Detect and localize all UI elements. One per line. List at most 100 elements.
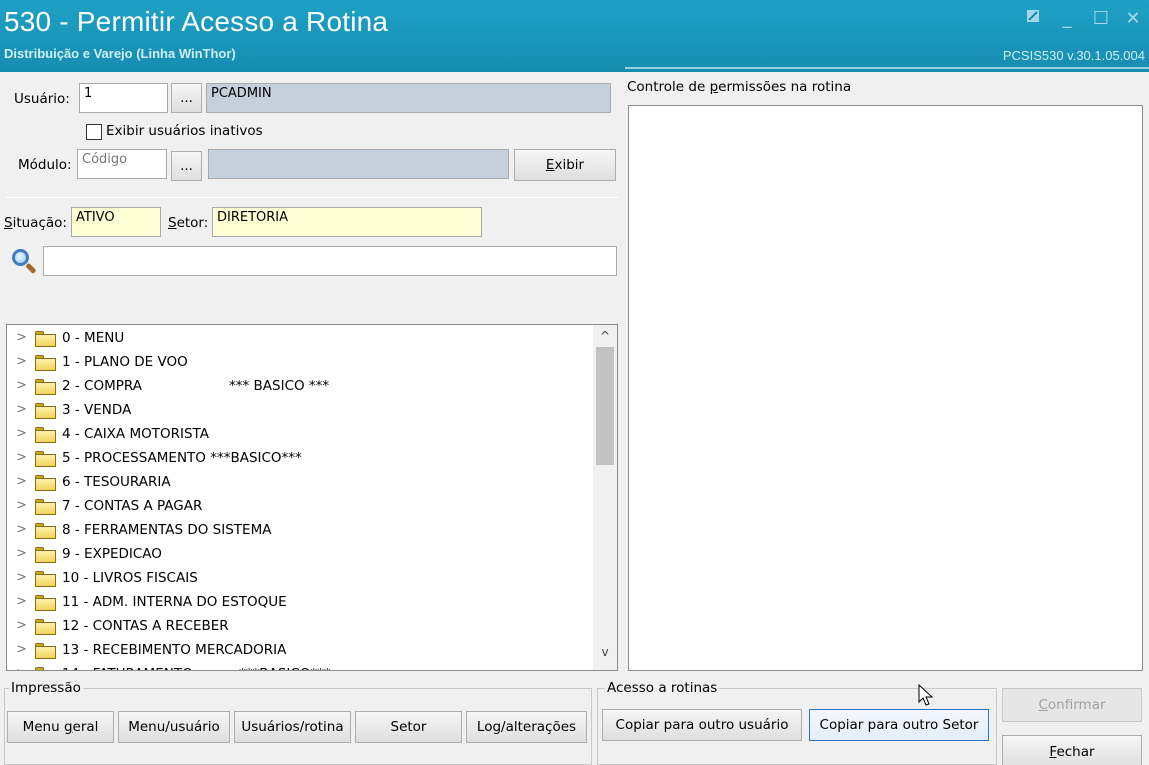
tree-scrollbar[interactable]: ^ v bbox=[593, 325, 617, 670]
close-icon[interactable]: ✕ bbox=[1122, 8, 1144, 30]
tree-item[interactable]: >5 - PROCESSAMENTO ***BASICO*** bbox=[7, 447, 592, 471]
chevron-right-icon[interactable]: > bbox=[16, 498, 27, 513]
permissions-label: Controle de permissões na rotina bbox=[627, 79, 852, 95]
version-label: PCSIS530 v.30.1.05.004 bbox=[1002, 48, 1145, 63]
tree-item-label: 3 - VENDA bbox=[62, 402, 132, 418]
form-divider bbox=[6, 197, 618, 198]
chevron-right-icon[interactable]: > bbox=[16, 618, 27, 633]
folder-icon bbox=[35, 619, 56, 635]
permissions-panel[interactable] bbox=[628, 105, 1143, 671]
modulo-lookup-button[interactable]: ... bbox=[171, 151, 202, 181]
tree-item-tag: ***BASICO*** bbox=[239, 666, 331, 670]
chevron-right-icon[interactable]: > bbox=[16, 642, 27, 657]
tree-item[interactable]: >3 - VENDA bbox=[7, 399, 592, 423]
tree-item-label: 7 - CONTAS A PAGAR bbox=[62, 498, 203, 514]
tree-item-label: 4 - CAIXA MOTORISTA bbox=[62, 426, 209, 442]
modulo-name-field bbox=[208, 149, 509, 179]
folder-icon bbox=[35, 355, 56, 371]
setor-field: DIRETORIA bbox=[212, 207, 482, 237]
chevron-right-icon[interactable]: > bbox=[16, 594, 27, 609]
tree-item-label: 8 - FERRAMENTAS DO SISTEMA bbox=[62, 522, 272, 538]
inactive-users-checkbox[interactable] bbox=[86, 124, 102, 140]
tree-item-label: 5 - PROCESSAMENTO ***BASICO*** bbox=[62, 450, 302, 466]
maximize-icon[interactable]: ☐ bbox=[1090, 8, 1112, 30]
chevron-right-icon[interactable]: > bbox=[16, 378, 27, 393]
tree-item[interactable]: >12 - CONTAS A RECEBER bbox=[7, 615, 592, 639]
tree-item[interactable]: >14 - FATURAMENTO ***BASICO*** bbox=[7, 663, 592, 670]
tree-item[interactable]: >8 - FERRAMENTAS DO SISTEMA bbox=[7, 519, 592, 543]
chevron-right-icon[interactable]: > bbox=[16, 402, 27, 417]
log-alteracoes-button[interactable]: Log/alterações bbox=[466, 711, 587, 743]
tree-item[interactable]: >0 - MENU bbox=[7, 327, 592, 351]
folder-icon bbox=[35, 403, 56, 419]
title-divider bbox=[625, 67, 1149, 69]
copy-to-user-button[interactable]: Copiar para outro usuário bbox=[602, 709, 802, 741]
chevron-right-icon[interactable]: > bbox=[16, 666, 27, 670]
folder-icon bbox=[35, 667, 56, 670]
chevron-right-icon[interactable]: > bbox=[16, 474, 27, 489]
tree-item-label: 10 - LIVROS FISCAIS bbox=[62, 570, 198, 586]
tree-item-label: 1 - PLANO DE VOO bbox=[62, 354, 188, 370]
chevron-right-icon[interactable]: > bbox=[16, 522, 27, 537]
search-input[interactable] bbox=[43, 246, 617, 276]
tree-item[interactable]: >10 - LIVROS FISCAIS bbox=[7, 567, 592, 591]
tree-item-label: 9 - EXPEDICAO bbox=[62, 546, 162, 562]
folder-icon bbox=[35, 427, 56, 443]
tree-item[interactable]: >11 - ADM. INTERNA DO ESTOQUE bbox=[7, 591, 592, 615]
folder-icon bbox=[35, 595, 56, 611]
exibir-button-label: xibir bbox=[554, 157, 585, 173]
copy-to-setor-button[interactable]: Copiar para outro Setor bbox=[809, 709, 989, 741]
tree-item-label: 14 - FATURAMENTO bbox=[62, 666, 193, 670]
chevron-right-icon[interactable]: > bbox=[16, 354, 27, 369]
fechar-button[interactable]: Fechar bbox=[1002, 735, 1142, 765]
folder-icon bbox=[35, 475, 56, 491]
mouse-cursor-icon bbox=[918, 684, 934, 706]
usuario-name-field: PCADMIN bbox=[206, 83, 611, 113]
chevron-right-icon[interactable]: > bbox=[16, 426, 27, 441]
scroll-down-icon[interactable]: v bbox=[593, 645, 617, 665]
folder-icon bbox=[35, 331, 56, 347]
folder-icon bbox=[35, 643, 56, 659]
tree-item[interactable]: >1 - PLANO DE VOO bbox=[7, 351, 592, 375]
scroll-thumb[interactable] bbox=[596, 347, 614, 465]
menu-usuario-button[interactable]: Menu/usuário bbox=[118, 711, 230, 743]
restore-icon[interactable] bbox=[1022, 8, 1044, 30]
chevron-right-icon[interactable]: > bbox=[16, 570, 27, 585]
folder-icon bbox=[35, 571, 56, 587]
tree-item-label: 13 - RECEBIMENTO MERCADORIA bbox=[62, 642, 287, 658]
tree-item[interactable]: >9 - EXPEDICAO bbox=[7, 543, 592, 567]
setor-button[interactable]: Setor bbox=[355, 711, 462, 743]
scroll-up-icon[interactable]: ^ bbox=[593, 329, 617, 349]
tree-item[interactable]: >2 - COMPRA *** BASICO *** bbox=[7, 375, 592, 399]
tree-item[interactable]: >4 - CAIXA MOTORISTA bbox=[7, 423, 592, 447]
modulo-label: Módulo: bbox=[18, 157, 72, 173]
tree-item-tag: *** BASICO *** bbox=[229, 378, 330, 394]
chevron-right-icon[interactable]: > bbox=[16, 450, 27, 465]
situacao-label: Situação: bbox=[4, 215, 67, 231]
window-subtitle: Distribuição e Varejo (Linha WinThor) bbox=[4, 46, 236, 61]
minimize-icon[interactable]: _ bbox=[1056, 8, 1078, 30]
tree-item[interactable]: >13 - RECEBIMENTO MERCADORIA bbox=[7, 639, 592, 663]
exibir-button[interactable]: Exibir bbox=[514, 149, 616, 181]
modulo-code-input[interactable]: Código bbox=[77, 149, 167, 179]
usuario-code-input[interactable]: 1 bbox=[79, 83, 168, 113]
acesso-label: Acesso a rotinas bbox=[605, 680, 720, 696]
usuarios-rotina-button[interactable]: Usuários/rotina bbox=[234, 711, 351, 743]
chevron-right-icon[interactable]: > bbox=[16, 546, 27, 561]
setor-label: Setor: bbox=[168, 215, 209, 231]
impressao-label: Impressão bbox=[9, 680, 83, 696]
folder-icon bbox=[35, 499, 56, 515]
title-bar: 530 - Permitir Acesso a Rotina Distribui… bbox=[0, 0, 1149, 72]
usuario-lookup-button[interactable]: ... bbox=[171, 83, 202, 113]
tree-item[interactable]: >6 - TESOURARIA bbox=[7, 471, 592, 495]
folder-icon bbox=[35, 523, 56, 539]
chevron-right-icon[interactable]: > bbox=[16, 330, 27, 345]
usuario-label: Usuário: bbox=[14, 91, 70, 107]
tree-item[interactable]: >7 - CONTAS A PAGAR bbox=[7, 495, 592, 519]
inactive-users-label: Exibir usuários inativos bbox=[106, 123, 263, 139]
confirmar-button[interactable]: Confirmar bbox=[1002, 688, 1142, 722]
menu-geral-button[interactable]: Menu geral bbox=[7, 711, 114, 743]
folder-icon bbox=[35, 547, 56, 563]
tree-item-label: 11 - ADM. INTERNA DO ESTOQUE bbox=[62, 594, 287, 610]
module-tree[interactable]: >0 - MENU >1 - PLANO DE VOO >2 - COMPRA ***… bbox=[6, 324, 618, 671]
